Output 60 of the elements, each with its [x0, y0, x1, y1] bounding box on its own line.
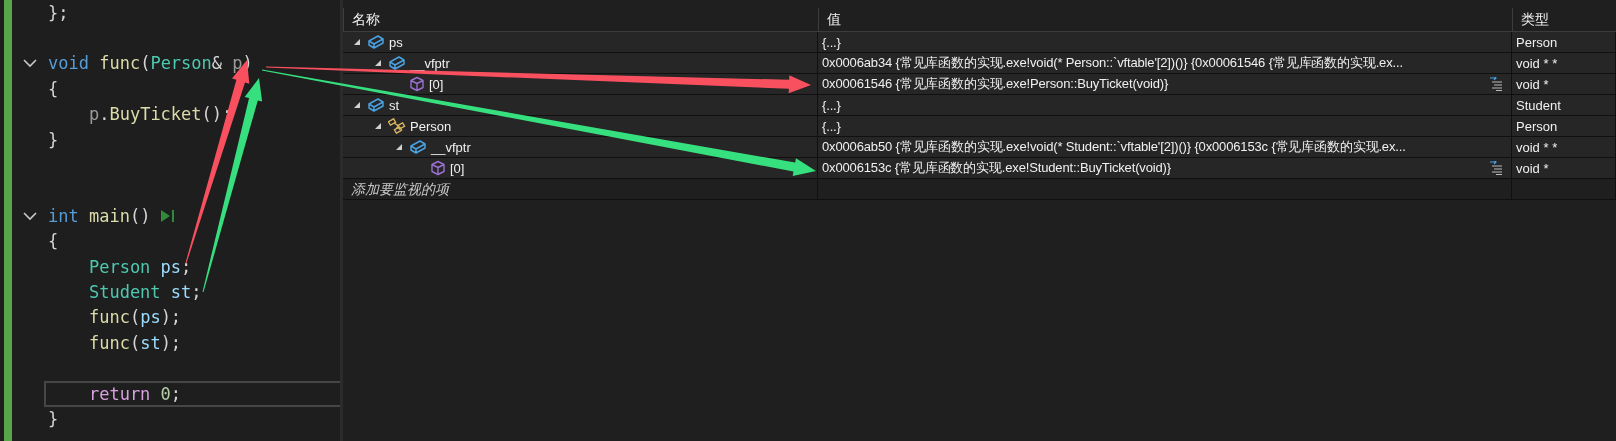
- class-hierarchy-icon: [388, 118, 406, 134]
- expand-triangle-icon[interactable]: [353, 38, 361, 46]
- object-icon: [367, 34, 385, 50]
- variable-type: void * *: [1516, 55, 1558, 71]
- variable-name: [0]: [429, 76, 444, 92]
- column-header[interactable]: 类型: [1512, 8, 1616, 31]
- variable-name: Person: [410, 118, 452, 134]
- variable-name: st: [389, 97, 400, 113]
- object-icon: [388, 55, 406, 71]
- watch-row[interactable]: Person {...} Person: [343, 116, 1616, 137]
- code-line: return 0;: [87, 383, 182, 404]
- watch-row[interactable]: st {...} Student: [343, 95, 1616, 116]
- column-header[interactable]: 值: [818, 8, 1512, 31]
- visualizer-icon[interactable]: [1487, 77, 1503, 91]
- variable-name: [0]: [450, 160, 465, 176]
- cube-icon: [409, 76, 425, 92]
- column-header[interactable]: 名称: [343, 8, 818, 31]
- code-line: {: [48, 78, 59, 99]
- watch-row[interactable]: [0] 0x0006153c {常见库函数的实现.exe!Student::BuyTicket(void)} void *: [343, 158, 1616, 179]
- visualizer-icon[interactable]: [1487, 161, 1503, 175]
- code-line: {: [48, 231, 59, 252]
- code-line: Person ps;: [87, 256, 192, 277]
- variable-value: {...}: [822, 34, 841, 50]
- code-line: func(st);: [87, 332, 182, 353]
- code-line: func(ps);: [87, 307, 182, 328]
- object-icon: [367, 97, 385, 113]
- variable-value: {...}: [822, 97, 841, 113]
- watch-row[interactable]: __vfptr 0x0006ab34 {常见库函数的实现.exe!void(* Person::`vftable'[2])()} {0x00061546 {常见库函数的实现.ex... void * *: [343, 53, 1616, 74]
- variable-value: 0x0006153c {常见库函数的实现.exe!Student::BuyTicket(void)}: [822, 159, 1171, 177]
- variable-type: Person: [1516, 34, 1558, 50]
- collapse-chevron-icon[interactable]: [22, 210, 38, 221]
- watch-row[interactable]: __vfptr 0x0006ab50 {常见库函数的实现.exe!void(* Student::`vftable'[2])()} {0x0006153c {常见库函数的实现.ex... void * *: [343, 137, 1616, 158]
- variable-name: ps: [389, 34, 403, 50]
- expand-triangle-icon[interactable]: [395, 143, 403, 151]
- variable-value: 0x00061546 {常见库函数的实现.exe!Person::BuyTicket(void)}: [822, 75, 1169, 93]
- variable-name: __vfptr: [431, 139, 471, 155]
- variable-type: Student: [1516, 97, 1561, 113]
- variable-type: void *: [1516, 160, 1549, 176]
- code-line: Student st;: [87, 282, 202, 302]
- expand-triangle-icon[interactable]: [374, 122, 382, 130]
- variable-type: Person: [1516, 118, 1558, 134]
- cube-icon: [430, 160, 446, 176]
- code-line: int main(): [48, 205, 151, 226]
- variable-name: __vfptr: [410, 55, 450, 71]
- expand-triangle-icon[interactable]: [353, 101, 361, 109]
- watch-row[interactable]: ps {...} Person: [343, 32, 1616, 53]
- object-icon: [409, 139, 427, 155]
- code-line: };: [48, 2, 69, 23]
- variable-value: {...}: [822, 118, 841, 134]
- variable-value: 0x0006ab34 {常见库函数的实现.exe!void(* Person::`vftable'[2])()} {0x00061546 {常见库函数的实现.ex...: [822, 54, 1403, 72]
- watch-row[interactable]: [0] 0x00061546 {常见库函数的实现.exe!Person::BuyTicket(void)} void *: [343, 74, 1616, 95]
- add-watch-field[interactable]: 添加要监视的项: [343, 179, 817, 199]
- run-to-here-icon[interactable]: [160, 208, 177, 223]
- code-line: }: [48, 129, 59, 150]
- variable-value: 0x0006ab50 {常见库函数的实现.exe!void(* Student::`vftable'[2])()} {0x0006153c {常见库函数的实现.ex...: [822, 138, 1406, 156]
- code-line: }: [48, 408, 59, 429]
- expand-triangle-icon[interactable]: [374, 59, 382, 67]
- collapse-chevron-icon[interactable]: [22, 58, 38, 69]
- variable-type: void *: [1516, 76, 1549, 92]
- variable-type: void * *: [1516, 139, 1558, 155]
